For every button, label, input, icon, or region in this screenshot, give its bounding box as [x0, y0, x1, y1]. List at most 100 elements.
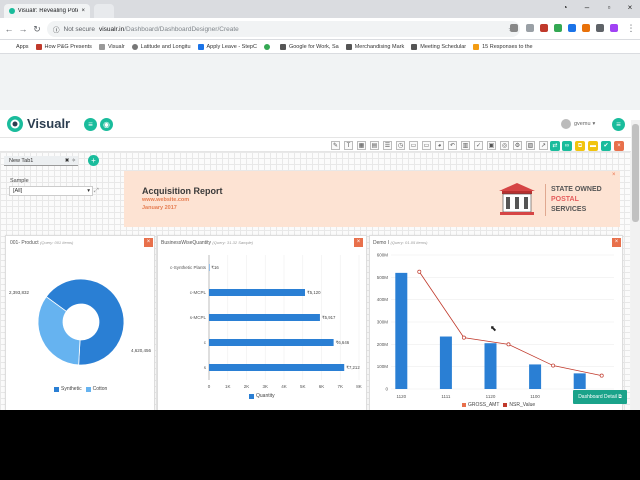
pie-data-label: 2,393,832	[9, 290, 30, 295]
banner-org-line1: STATE OWNED	[551, 186, 602, 193]
x-tick-label: 4K	[281, 384, 287, 389]
pie-chart-icon[interactable]: ◕	[435, 141, 444, 150]
bar	[209, 264, 210, 271]
x-tick-label: 6K	[319, 384, 325, 389]
dashboard-detail-button[interactable]: Dashboard Detail ⧉	[573, 390, 627, 404]
calendar-icon[interactable]: ▭	[409, 141, 418, 150]
reload-icon[interactable]: ↻	[30, 22, 44, 36]
bookmark-item[interactable]: Merchandising Mark	[345, 43, 404, 50]
undo-icon[interactable]: ↶	[448, 141, 457, 150]
extension-icon[interactable]	[582, 24, 590, 32]
x-tick-label: 1111	[441, 394, 451, 399]
tab-new-tab1[interactable]: New Tab1 ✖ ✧	[4, 156, 78, 166]
hamburger-icon[interactable]: ≡	[612, 118, 625, 131]
x-tick-label: 5K	[300, 384, 306, 389]
extension-icon[interactable]	[554, 24, 562, 32]
list-icon[interactable]: ☰	[383, 141, 392, 150]
x-tick-label: 1K	[225, 384, 231, 389]
image-icon[interactable]: ▨	[526, 141, 535, 150]
bar-chart-icon[interactable]: ▥	[461, 141, 470, 150]
external-link-icon[interactable]: ↗	[539, 141, 548, 150]
x-tick-label: 1100	[530, 394, 540, 399]
grid-icon[interactable]: ▦	[357, 141, 366, 150]
sample-select[interactable]: [All] ▾	[9, 186, 93, 196]
business-panel-close-button[interactable]: ×	[354, 238, 363, 247]
folder-icon[interactable]: ▬	[588, 141, 598, 151]
save-icon[interactable]: ✔	[601, 141, 611, 151]
layout-icon[interactable]: ▣	[487, 141, 496, 150]
tab-menu-icon[interactable]: ✧	[71, 158, 76, 164]
demo-panel-title: Demo I (Query: 01-05 Items)	[373, 240, 428, 246]
legend-swatch	[85, 386, 91, 392]
bell-icon[interactable]: ◉	[100, 118, 113, 131]
bookmark-item[interactable]	[263, 43, 273, 50]
bookmark-item[interactable]: Apply Leave - StepC	[197, 43, 257, 50]
y-tick-label: 300M	[377, 320, 389, 325]
scrollbar-thumb[interactable]	[632, 124, 639, 222]
new-tab-button[interactable]	[94, 4, 114, 18]
account-icon[interactable]: ◔	[556, 2, 574, 14]
edit-icon[interactable]: ✎	[331, 141, 340, 150]
back-icon[interactable]: ←	[2, 22, 16, 36]
target-icon[interactable]: ◎	[500, 141, 509, 150]
cursor-icon: ⬉	[490, 324, 497, 333]
filter-label: Sample	[10, 178, 29, 184]
text-icon[interactable]: T	[344, 141, 353, 150]
banner-title: Acquisition Report	[142, 186, 223, 196]
bookmark-item[interactable]: Google for Work, Sa	[279, 43, 339, 50]
username: gvemu	[574, 121, 591, 127]
close-icon[interactable]: ×	[614, 141, 624, 151]
business-bar-chart: 0 1K 2K 3K 4K 5K 6K 7K 8K c-Synthetic Plants ₹16 c-…	[170, 255, 362, 389]
y-tick-label: 400M	[377, 297, 389, 302]
forward-icon[interactable]: →	[16, 22, 30, 36]
table-icon[interactable]: ▤	[370, 141, 379, 150]
maximize-icon[interactable]: ▫	[600, 2, 618, 14]
chrome-gap	[0, 84, 640, 110]
add-tab-button[interactable]: +	[88, 155, 99, 166]
check-list-icon[interactable]: ✓	[474, 141, 483, 150]
extension-icon[interactable]	[568, 24, 576, 32]
bar-data-label: ₹16	[211, 265, 219, 270]
share-icon[interactable]: ⇄	[550, 141, 560, 151]
bookmark-item[interactable]: 15 Responses to the	[473, 43, 533, 50]
tab-close-icon[interactable]: ×	[81, 8, 85, 14]
close-window-icon[interactable]: ×	[621, 2, 639, 14]
line-point	[599, 373, 604, 378]
extension-icon[interactable]	[526, 24, 534, 32]
expand-icon[interactable]: ⤢	[94, 188, 99, 195]
gear-icon[interactable]: ⚙	[513, 141, 522, 150]
bar-data-label: ₹5,917	[322, 315, 336, 320]
banner-close-icon[interactable]: ×	[612, 172, 616, 178]
extension-icon[interactable]	[610, 24, 618, 32]
bookmark-item[interactable]: Meeting Schedular	[411, 43, 466, 50]
minimize-icon[interactable]: –	[578, 2, 596, 14]
zoom-icon[interactable]	[510, 24, 518, 32]
avatar	[561, 119, 571, 129]
tab-close-icon[interactable]: ✖	[65, 158, 70, 164]
bookmark-favicon-icon	[263, 43, 270, 50]
line-point	[551, 363, 556, 368]
bookmark-item[interactable]: How P&G Presents	[35, 43, 92, 50]
menu-icon[interactable]: ≡	[84, 118, 97, 131]
url-input[interactable]: ⓘ Not secure visualr.in/Dashboard/Dashbo…	[47, 21, 520, 37]
browser-tab[interactable]: Visualr: Revealing Potenti ×	[4, 4, 90, 18]
link-icon[interactable]: ∞	[562, 141, 572, 151]
bookmarks-bar: Apps How P&G Presents Visualr Latitude a…	[0, 40, 640, 54]
extension-icon[interactable]	[540, 24, 548, 32]
bookmark-item[interactable]: Apps	[7, 44, 29, 50]
x-tick-label: 2K	[244, 384, 250, 389]
bar-data-label: ₹7,212	[346, 365, 360, 370]
not-secure-label: Not secure	[63, 25, 95, 33]
extension-icon[interactable]	[596, 24, 604, 32]
demo-panel-close-button[interactable]: ×	[612, 238, 621, 247]
copy-icon[interactable]: ⧉	[575, 141, 585, 151]
banner-org-line2: POSTAL	[551, 196, 579, 203]
chrome-menu-icon[interactable]: ⋮	[624, 21, 638, 35]
bookmark-item[interactable]: Latitude and Longitu	[131, 43, 191, 50]
calendar-range-icon[interactable]: ▭	[422, 141, 431, 150]
bookmark-item[interactable]: Visualr	[98, 43, 125, 50]
user-menu[interactable]: gvemu ▾	[561, 118, 605, 130]
product-panel-close-button[interactable]: ×	[144, 238, 153, 247]
clock-icon[interactable]: ◷	[396, 141, 405, 150]
bar	[484, 343, 497, 389]
